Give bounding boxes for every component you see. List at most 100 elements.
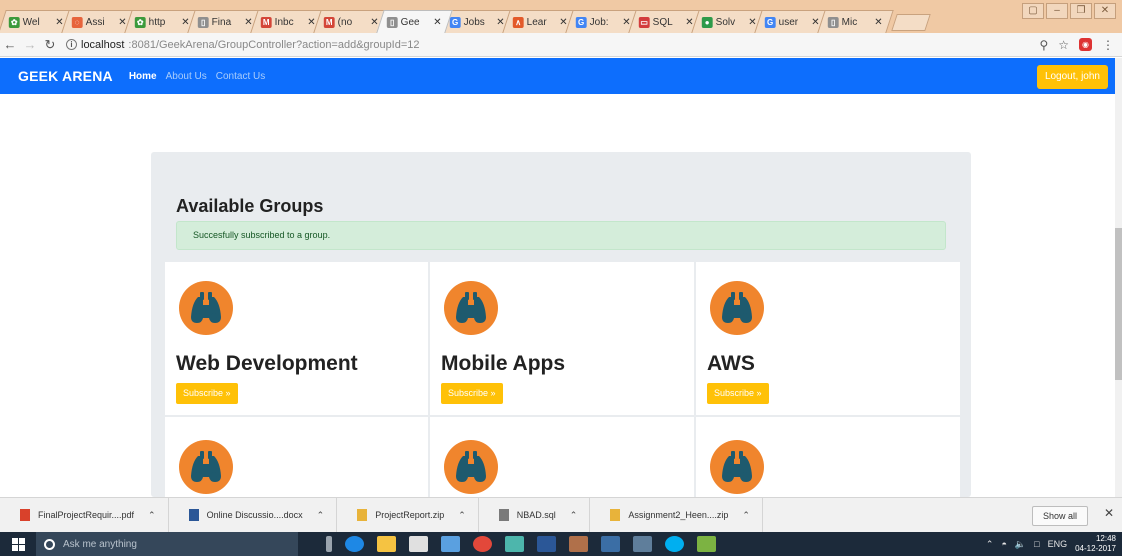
tab-title: Inbc <box>274 16 294 28</box>
close-window-button[interactable]: ✕ <box>1094 3 1116 19</box>
tab-favicon-icon: ▯ <box>827 16 839 28</box>
tab-favicon-icon: ∧ <box>512 16 524 28</box>
app-icon[interactable] <box>441 536 460 552</box>
network-icon[interactable]: ◓ <box>1001 539 1006 549</box>
edge-browser-icon[interactable] <box>345 536 364 552</box>
site-brand[interactable]: GEEK ARENA <box>18 68 113 84</box>
word-icon[interactable] <box>537 536 556 552</box>
file-explorer-icon[interactable] <box>377 536 396 552</box>
taskbar-pinned-apps <box>326 536 716 552</box>
tab-title: Fina <box>211 16 232 28</box>
show-all-button[interactable]: Show all <box>1031 506 1088 526</box>
cortana-search-input[interactable]: Ask me anything <box>36 532 298 556</box>
minimize-button[interactable]: – <box>1046 3 1068 19</box>
url-field[interactable]: i localhost:8081/GeekArena/GroupControll… <box>60 35 1039 55</box>
browser-tab-strip: ✿ Wel ✕ ◌ Assi ✕ ✿ http ✕ ▯ Fina ✕ M Inbc ✕ M (no ✕ ▯ Gee ✕ G… <box>0 0 1122 33</box>
close-downloads-icon[interactable]: ✕ <box>1104 506 1114 520</box>
nav-link-home[interactable]: Home <box>129 71 157 82</box>
clock-time: 12:48 <box>1095 534 1116 543</box>
app-icon[interactable] <box>601 536 620 552</box>
clock[interactable]: 12:48 04-12-2017 <box>1075 534 1116 554</box>
extension-icon[interactable]: ◉ <box>1079 38 1092 51</box>
group-name: AWS <box>707 352 755 375</box>
app-icon[interactable] <box>697 536 716 552</box>
notification-icon[interactable]: □ <box>1034 539 1039 549</box>
clock-date: 04-12-2017 <box>1075 544 1116 553</box>
group-name: Web Development <box>176 352 358 375</box>
bookmark-star-icon[interactable]: ☆ <box>1058 38 1069 52</box>
url-path: :8081/GeekArena/GroupController?action=a… <box>128 38 420 51</box>
download-filename: ProjectReport.zip <box>375 510 445 520</box>
chevron-up-icon[interactable]: ⌃ <box>458 510 466 521</box>
tab-title: SQL <box>652 16 673 28</box>
chevron-up-icon[interactable]: ⌃ <box>570 510 578 521</box>
search-placeholder: Ask me anything <box>63 538 137 550</box>
chevron-up-icon[interactable]: ⌃ <box>742 510 750 521</box>
binoculars-icon <box>710 281 764 335</box>
chrome-icon[interactable] <box>473 536 492 552</box>
tab-favicon-icon: ◌ <box>71 16 83 28</box>
logout-button[interactable]: Logout, john <box>1036 65 1108 89</box>
reload-button[interactable]: ↻ <box>40 37 60 53</box>
profile-button[interactable]: ▢ <box>1022 3 1044 19</box>
cortana-circle-icon <box>44 538 55 550</box>
binoculars-icon <box>444 440 498 494</box>
tray-chevron-icon[interactable]: ⌃ <box>986 539 994 550</box>
page-scrollbar[interactable] <box>1115 58 1122 497</box>
download-item[interactable]: NBAD.sql ⌃ <box>479 497 591 533</box>
maximize-button[interactable]: ❐ <box>1070 3 1092 19</box>
tab-close-icon[interactable]: ✕ <box>433 17 441 28</box>
url-host: localhost <box>81 38 125 51</box>
downloads-bar: FinalProjectRequir....pdf ⌃ Online Discuss… <box>0 497 1122 533</box>
forward-button[interactable]: → <box>20 37 40 52</box>
app-icon[interactable] <box>633 536 652 552</box>
tab-favicon-icon: G <box>449 16 461 28</box>
download-item[interactable]: ProjectReport.zip ⌃ <box>337 497 479 533</box>
tab-favicon-icon: M <box>260 16 272 28</box>
skype-icon[interactable] <box>665 536 684 552</box>
zoom-icon[interactable]: ⚲ <box>1039 38 1048 52</box>
menu-kebab-icon[interactable]: ⋮ <box>1102 38 1114 52</box>
nav-link-contact-us[interactable]: Contact Us <box>216 71 265 82</box>
tab-favicon-icon: ▯ <box>386 16 398 28</box>
download-filename: Assignment2_Heen....zip <box>628 510 729 520</box>
new-tab-button[interactable] <box>891 14 931 31</box>
store-icon[interactable] <box>409 536 428 552</box>
chevron-up-icon[interactable]: ⌃ <box>317 510 325 521</box>
browser-tab[interactable]: ▯ Mic ✕ <box>817 10 894 33</box>
windows-start-icon[interactable] <box>0 532 36 556</box>
microphone-icon[interactable] <box>326 536 332 552</box>
chevron-up-icon[interactable]: ⌃ <box>148 510 156 521</box>
window-controls: ▢ – ❐ ✕ <box>1022 3 1116 19</box>
page-title: Available Groups <box>176 196 324 216</box>
download-item[interactable]: Online Discussio....docx ⌃ <box>169 497 338 533</box>
tab-close-icon[interactable]: ✕ <box>874 17 882 28</box>
browser-tab[interactable]: ▯ Gee ✕ <box>376 10 453 33</box>
tab-favicon-icon: G <box>764 16 776 28</box>
tab-favicon-icon: ▭ <box>638 16 650 28</box>
nav-link-about-us[interactable]: About Us <box>166 71 207 82</box>
subscribe-button[interactable]: Subscribe » <box>176 383 238 404</box>
language-indicator[interactable]: ENG <box>1048 539 1068 549</box>
download-item[interactable]: FinalProjectRequir....pdf ⌃ <box>0 497 169 533</box>
group-card: Web Development Subscribe » <box>165 262 428 415</box>
app-icon[interactable] <box>569 536 588 552</box>
tab-title: Wel <box>22 16 40 28</box>
tab-title: Gee <box>400 16 420 28</box>
tab-title: Job: <box>589 16 609 28</box>
scrollbar-thumb[interactable] <box>1115 228 1122 380</box>
subscribe-button[interactable]: Subscribe » <box>707 383 769 404</box>
tab-title: Lear <box>526 16 547 28</box>
group-card-grid: Web Development Subscribe » Mobile Apps … <box>165 262 960 499</box>
subscribe-button[interactable]: Subscribe » <box>441 383 503 404</box>
binoculars-icon <box>179 281 233 335</box>
app-icon[interactable] <box>505 536 524 552</box>
tab-favicon-icon: ✿ <box>134 16 146 28</box>
file-icon <box>498 509 509 521</box>
back-button[interactable]: ← <box>0 37 20 52</box>
group-card <box>430 417 694 499</box>
download-item[interactable]: Assignment2_Heen....zip ⌃ <box>590 497 763 533</box>
info-icon[interactable]: i <box>66 39 77 50</box>
volume-icon[interactable]: 🔈 <box>1015 539 1026 550</box>
group-card: Mobile Apps Subscribe » <box>430 262 694 415</box>
